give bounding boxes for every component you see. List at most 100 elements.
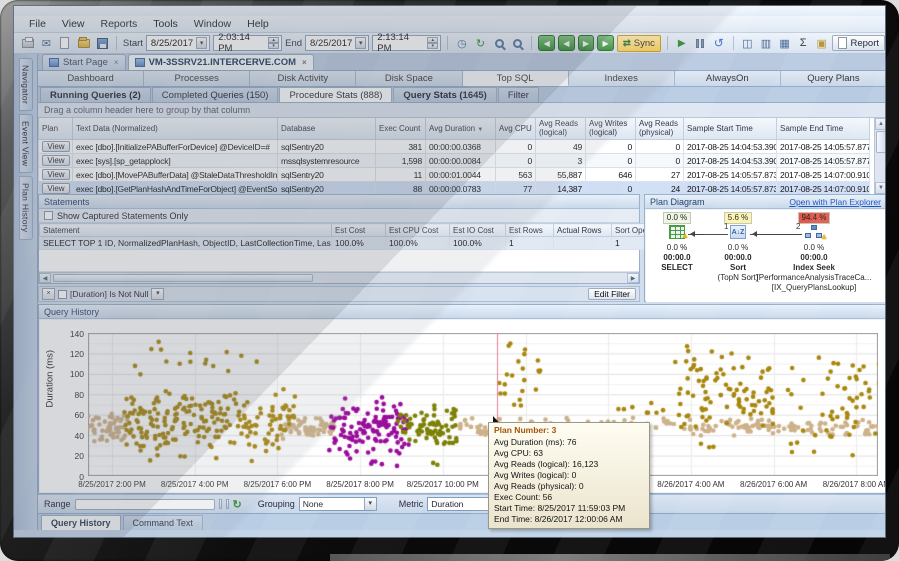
column-header[interactable]: Text Data (Normalized) [73, 118, 278, 140]
end-time-field[interactable]: 2:13:14 PM▴▾ [372, 35, 441, 51]
start-time-field[interactable]: 2:03:14 PM▴▾ [213, 35, 282, 51]
side-tab[interactable]: Event View [19, 114, 33, 173]
view-plan-button[interactable]: View [42, 183, 70, 194]
open-folder-icon[interactable] [76, 35, 92, 51]
bottom-tab[interactable]: Query History [41, 515, 121, 530]
column-header[interactable]: Avg CPU [496, 118, 536, 140]
scrollbar-thumb[interactable] [53, 274, 313, 282]
new-page-icon[interactable] [57, 35, 73, 51]
print-icon[interactable] [20, 35, 36, 51]
column-header[interactable]: Sample Start Time [684, 118, 777, 140]
windows-icon[interactable]: ▣ [814, 35, 830, 51]
step-forward-icon[interactable]: ▶ [578, 35, 595, 51]
scroll-left-icon[interactable]: ◀ [39, 273, 51, 283]
table-row[interactable]: View exec [dbo].[InitializePABufferForDe… [39, 140, 870, 154]
plan-node-select[interactable]: 0.0 % ▲ 0.0 % 00:00.0 SELECT [648, 212, 706, 273]
main-tab[interactable]: Dashboard [38, 71, 144, 86]
sigma-icon[interactable]: Σ [795, 35, 811, 51]
chart-icon[interactable]: ▥ [758, 35, 774, 51]
sub-tab[interactable]: Procedure Stats (888) [279, 87, 392, 102]
start-date-field[interactable]: 8/25/2017▾ [146, 35, 210, 51]
spin-down-icon[interactable]: ▾ [427, 43, 438, 49]
range-slider[interactable] [75, 499, 215, 510]
view-plan-button[interactable]: View [42, 141, 70, 152]
view-plan-button[interactable]: View [42, 169, 70, 180]
dropdown-arrow-icon[interactable]: ▾ [355, 37, 366, 49]
scrollbar-thumb[interactable] [876, 131, 887, 153]
statements-horizontal-scrollbar[interactable]: ◀ ▶ [39, 272, 639, 283]
table-row[interactable]: View exec [sys].[sp_getapplock] mssqlsys… [39, 154, 870, 168]
send-icon[interactable]: ✉ [39, 35, 55, 51]
close-tab-icon[interactable]: × [302, 58, 307, 67]
plan-diagram-canvas[interactable]: 0.0 % ▲ 0.0 % 00:00.0 SELECT 5.6 % A↓Z 0… [646, 210, 885, 302]
sync-button[interactable]: ⇄Sync [617, 35, 661, 52]
zoom-in-icon[interactable] [510, 35, 526, 51]
menu-item[interactable]: Window [187, 17, 238, 31]
column-header[interactable]: Avg Writes (logical) [586, 118, 636, 140]
column-header[interactable]: Est Rows [506, 224, 554, 237]
end-date-field[interactable]: 8/25/2017▾ [305, 35, 369, 51]
close-tab-icon[interactable]: × [114, 58, 119, 67]
grouping-select[interactable]: None▾ [299, 497, 377, 511]
report-button[interactable]: Report [832, 35, 885, 51]
events-icon[interactable]: ◫ [740, 35, 756, 51]
step-back-icon[interactable]: ◀ [558, 35, 575, 51]
main-tab[interactable]: Disk Space [356, 71, 462, 86]
plan-node-index-seek[interactable]: 94.4 % ▲ 0.0 % 00:00.0 Index Seek [Perfo… [741, 212, 885, 293]
main-tab[interactable]: AlwaysOn [675, 71, 781, 86]
time-spinner[interactable]: ▴▾ [268, 37, 279, 49]
refresh-chart-icon[interactable]: ↻ [233, 498, 242, 511]
sub-tab[interactable]: Filter [498, 87, 539, 102]
undo-refresh-icon[interactable]: ↺ [711, 35, 727, 51]
column-header[interactable]: Avg Reads (logical) [536, 118, 586, 140]
column-header[interactable]: Sample End Time [777, 118, 870, 140]
dropdown-arrow-icon[interactable]: ▾ [364, 498, 376, 510]
filter-checkbox[interactable] [58, 290, 67, 299]
menu-item[interactable]: Reports [94, 17, 145, 31]
zoom-out-icon[interactable] [491, 35, 507, 51]
open-plan-explorer-link[interactable]: Open with Plan Explorer [789, 197, 881, 207]
edit-filter-button[interactable]: Edit Filter [588, 288, 636, 300]
clock-icon[interactable]: ◷ [454, 35, 470, 51]
aggregate-icon[interactable]: ▦ [777, 35, 793, 51]
menu-item[interactable]: File [22, 17, 53, 31]
range-grip[interactable] [219, 499, 222, 509]
range-grip[interactable] [226, 499, 229, 509]
grid-vertical-scrollbar[interactable]: ▲ ▼ [874, 118, 886, 194]
refresh-icon[interactable]: ↻ [473, 35, 489, 51]
main-tab[interactable]: Top SQL [463, 71, 569, 86]
scroll-down-icon[interactable]: ▼ [875, 182, 887, 194]
sub-tab[interactable]: Running Queries (2) [40, 87, 151, 102]
sub-tab[interactable]: Query Stats (1645) [393, 87, 496, 102]
column-header[interactable]: Exec Count [376, 118, 426, 140]
column-header[interactable]: Statement [40, 224, 332, 237]
menu-item[interactable]: Help [240, 17, 276, 31]
statement-row[interactable]: SELECT TOP 1 ID, NormalizedPlanHash, Obj… [40, 237, 722, 250]
column-header[interactable]: Database [278, 118, 376, 140]
history-forward-icon[interactable]: ▶ [597, 35, 614, 51]
history-back-icon[interactable]: ◀ [538, 35, 555, 51]
column-header[interactable]: Est CPU Cost [386, 224, 450, 237]
query-history-scatter-chart[interactable] [88, 333, 878, 476]
column-header[interactable]: Avg Duration ▼ [426, 118, 496, 140]
play-icon[interactable]: ▶ [674, 35, 690, 51]
save-icon[interactable] [94, 35, 110, 51]
document-tab[interactable]: Start Page × [42, 54, 126, 70]
column-header[interactable]: Plan [39, 118, 73, 140]
main-tab[interactable]: Processes [144, 71, 250, 86]
time-spinner[interactable]: ▴▾ [427, 37, 438, 49]
side-tab[interactable]: Plan History [19, 176, 33, 239]
main-tab[interactable]: Query Plans [781, 71, 886, 86]
scroll-up-icon[interactable]: ▲ [875, 118, 887, 130]
sub-tab[interactable]: Completed Queries (150) [152, 87, 279, 102]
column-header[interactable]: Avg Reads (physical) [636, 118, 684, 140]
column-header[interactable]: Est Cost [332, 224, 386, 237]
show-captured-checkbox[interactable] [44, 211, 53, 220]
bottom-tab[interactable]: Command Text [123, 515, 203, 530]
table-row[interactable]: View exec [dbo].[MovePABufferData] @Stal… [39, 168, 870, 182]
menu-item[interactable]: View [55, 17, 92, 31]
column-header[interactable]: Actual Rows [554, 224, 612, 237]
main-tab[interactable]: Disk Activity [250, 71, 356, 86]
document-tab[interactable]: VM-3SSRV21.INTERCERVE.COM × [128, 54, 314, 70]
side-tab[interactable]: Navigator [19, 58, 33, 111]
